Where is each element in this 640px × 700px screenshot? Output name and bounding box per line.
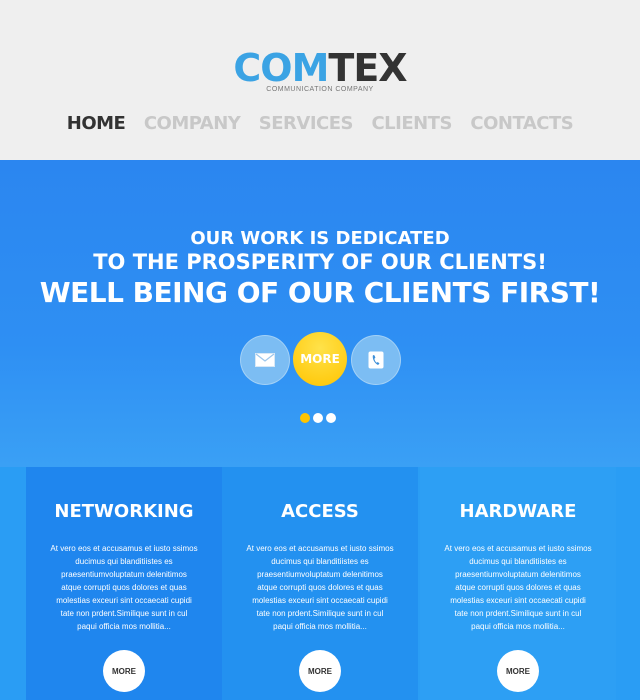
nav-clients[interactable]: CLIENTS	[371, 113, 452, 134]
slider-pagination	[300, 413, 336, 423]
feature-more-button[interactable]: MORE	[497, 650, 539, 692]
features-section: NETWORKING At vero eos et accusamus et i…	[0, 467, 640, 700]
feature-text: At vero eos et accusamus et iusto ssimos…	[444, 544, 592, 631]
phone-icon	[368, 351, 384, 369]
hero-more-button[interactable]: MORE	[293, 332, 347, 386]
slider-dot[interactable]	[300, 413, 310, 423]
envelope-icon	[255, 353, 275, 367]
feature-networking: NETWORKING At vero eos et accusamus et i…	[26, 467, 222, 700]
main-nav: HOME COMPANY SERVICES CLIENTS CONTACTS	[0, 113, 640, 134]
feature-hardware: HARDWARE At vero eos et accusamus et ius…	[420, 467, 616, 700]
hero-slider: OUR WORK IS DEDICATED TO THE PROSPERITY …	[0, 160, 640, 467]
slider-dot[interactable]	[326, 413, 336, 423]
hero-line-1: OUR WORK IS DEDICATED	[190, 228, 450, 249]
nav-contacts[interactable]: CONTACTS	[470, 113, 573, 134]
logo[interactable]: COMTEX COMMUNICATION COMPANY	[0, 46, 640, 93]
hero-line-2: TO THE PROSPERITY OF OUR CLIENTS!	[93, 250, 547, 274]
slider-dot[interactable]	[313, 413, 323, 423]
logo-wordmark: COMTEX	[0, 46, 640, 90]
logo-tagline: COMMUNICATION COMPANY	[266, 86, 374, 93]
logo-part-tex: TEX	[328, 46, 407, 90]
email-button[interactable]	[240, 335, 290, 385]
nav-home[interactable]: HOME	[67, 113, 126, 134]
phone-button[interactable]	[351, 335, 401, 385]
feature-title: HARDWARE	[459, 501, 577, 522]
feature-text: At vero eos et accusamus et iusto ssimos…	[246, 544, 394, 631]
feature-more-button[interactable]: MORE	[103, 650, 145, 692]
feature-more-button[interactable]: MORE	[299, 650, 341, 692]
nav-services[interactable]: SERVICES	[259, 113, 354, 134]
hero-line-3: WELL BEING OF OUR CLIENTS FIRST!	[39, 276, 601, 309]
header: COMTEX COMMUNICATION COMPANY HOME COMPAN…	[0, 0, 640, 160]
feature-title: NETWORKING	[54, 501, 194, 522]
feature-access: ACCESS At vero eos et accusamus et iusto…	[222, 467, 418, 700]
feature-text: At vero eos et accusamus et iusto ssimos…	[50, 544, 198, 631]
nav-company[interactable]: COMPANY	[144, 113, 241, 134]
feature-title: ACCESS	[281, 501, 359, 522]
logo-part-com: COM	[233, 46, 329, 90]
